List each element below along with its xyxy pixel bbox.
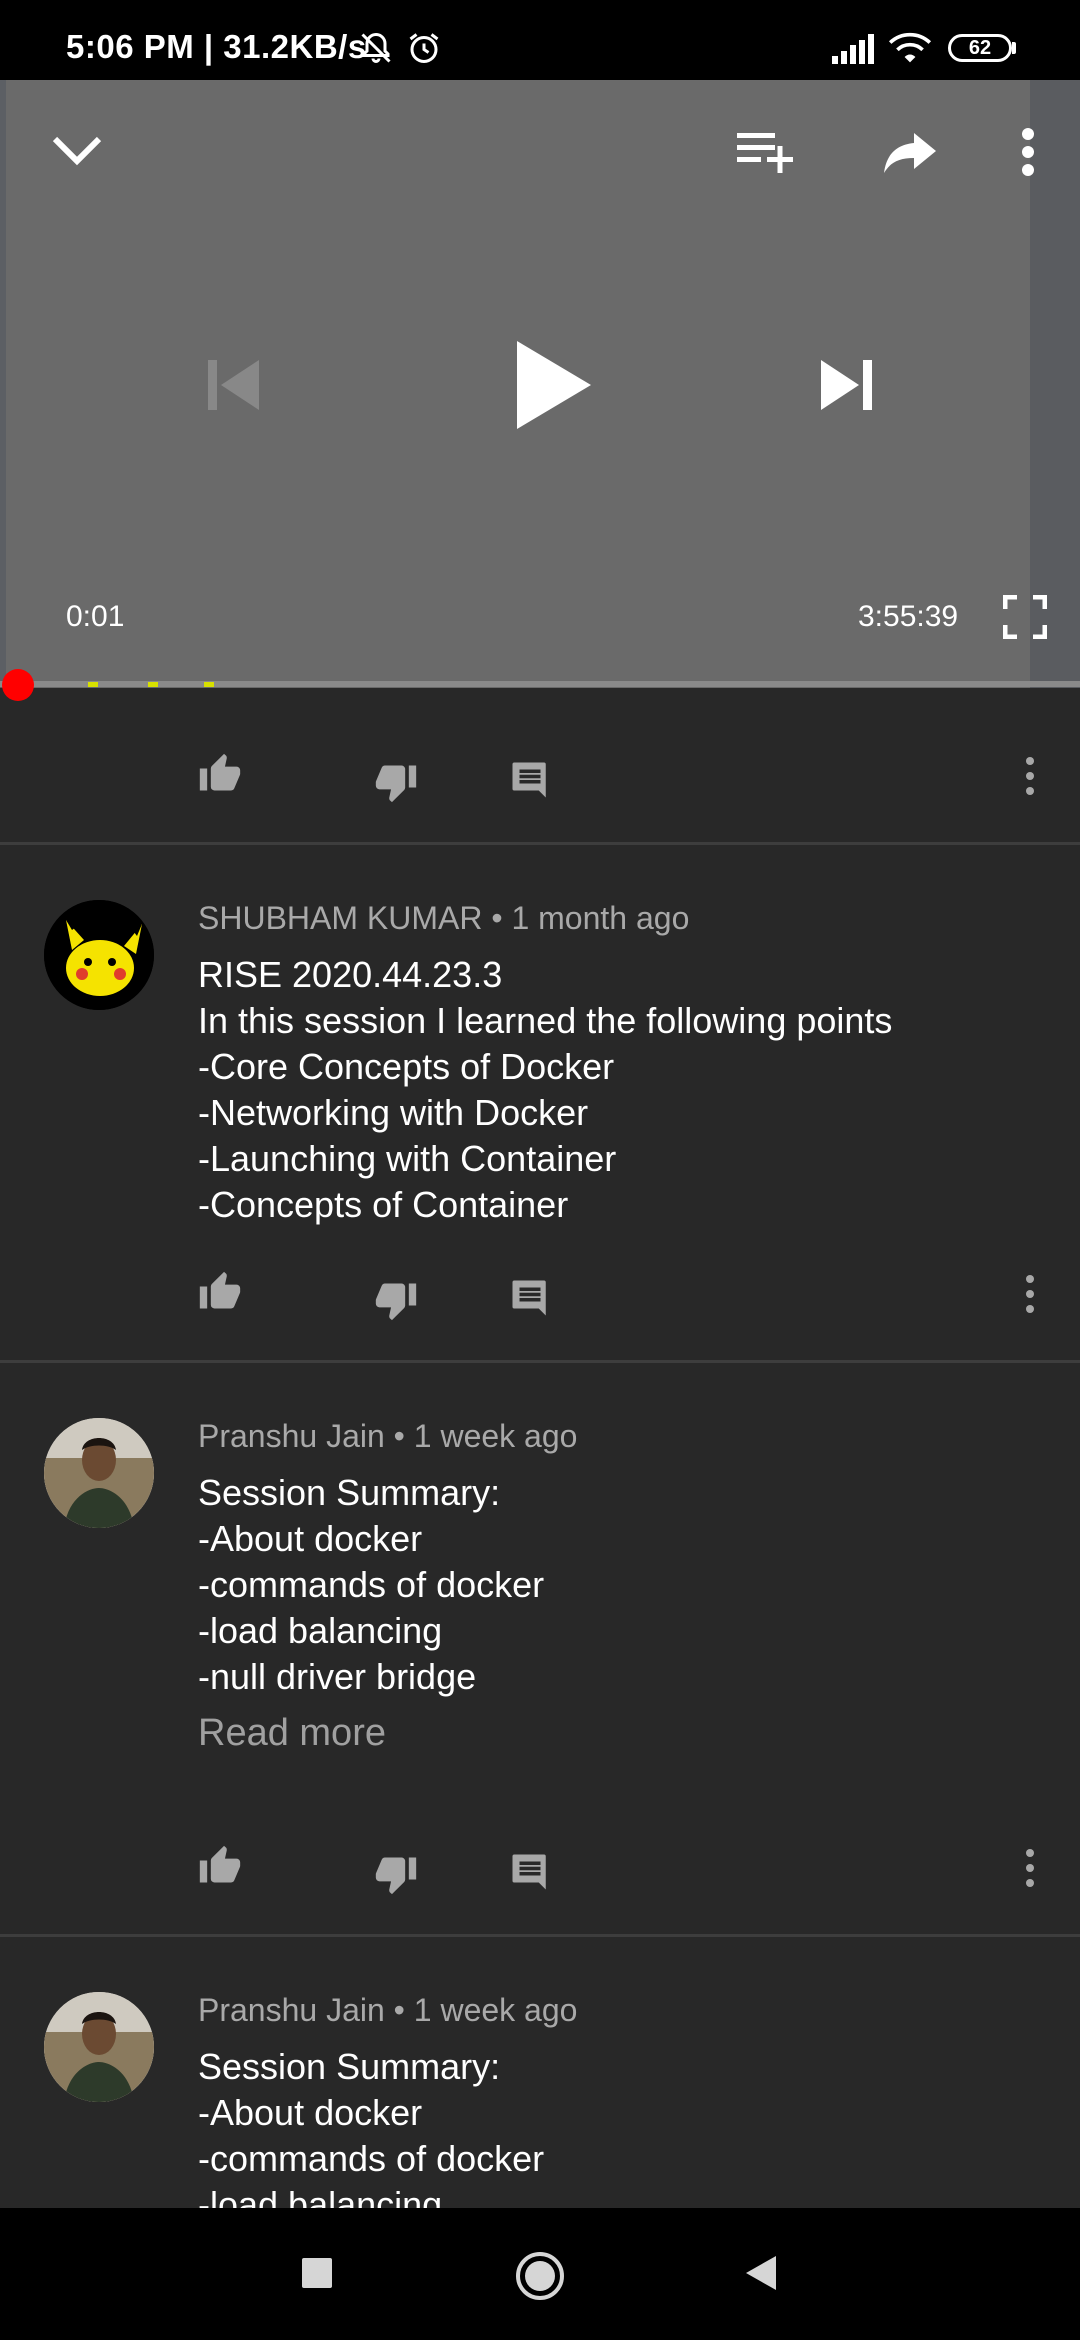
comment-text-line: Session Summary: <box>198 1472 501 1513</box>
comment-text-line: -Networking with Docker <box>198 1092 589 1133</box>
read-more-link[interactable]: Read more <box>198 1712 386 1755</box>
divider <box>0 1360 1080 1363</box>
comment-author[interactable]: Pranshu Jain <box>198 1418 385 1454</box>
comment-text-line: -Core Concepts of Docker <box>198 1046 615 1087</box>
divider <box>0 842 1080 845</box>
status-time-speed: 5:06 PM | 31.2KB/s <box>66 28 367 65</box>
playlist-add-icon[interactable] <box>730 124 800 180</box>
more-vert-icon[interactable] <box>1000 746 1060 806</box>
progress-bar[interactable] <box>0 681 1080 687</box>
meta-separator: • <box>491 900 512 936</box>
recents-icon[interactable] <box>292 2248 342 2298</box>
ad-marker <box>148 682 158 687</box>
divider <box>0 1934 1080 1937</box>
thumb-up-icon[interactable] <box>190 744 250 804</box>
system-nav-bar <box>0 2208 1080 2340</box>
thumb-down-icon[interactable] <box>366 1270 426 1330</box>
reply-icon[interactable] <box>500 1268 560 1328</box>
signal-icon <box>832 34 876 69</box>
thumb-up-icon[interactable] <box>190 1836 250 1896</box>
player-edge-left <box>0 80 6 688</box>
battery-tip <box>1012 42 1016 54</box>
status-bar: 5:06 PM | 31.2KB/s 62 <box>0 0 1080 80</box>
comment-text-line: -About docker <box>198 2092 423 2133</box>
thumb-up-icon[interactable] <box>190 1262 250 1322</box>
comment-author[interactable]: Pranshu Jain <box>198 1992 385 2028</box>
more-vert-icon[interactable] <box>1010 122 1046 182</box>
scrubber-handle[interactable] <box>2 669 34 701</box>
comment-text-line: In this session I learned the following … <box>198 1000 893 1041</box>
comment-text-line: -load balancing <box>198 1610 443 1651</box>
play-icon[interactable] <box>500 330 600 440</box>
meta-separator: • <box>393 1992 414 2028</box>
battery-icon: 62 <box>948 34 1012 62</box>
fullscreen-icon[interactable] <box>998 590 1052 644</box>
current-time: 0:01 <box>66 600 125 633</box>
reply-icon[interactable] <box>500 750 560 810</box>
meta-separator: • <box>393 1418 414 1454</box>
thumb-down-icon[interactable] <box>366 752 426 812</box>
comment-text-line: -null driver bridge <box>198 1656 477 1697</box>
comment-age: 1 week ago <box>413 1992 578 2028</box>
avatar[interactable] <box>44 1418 154 1528</box>
ad-marker <box>88 682 98 687</box>
more-vert-icon[interactable] <box>1000 1838 1060 1898</box>
skip-previous-icon <box>200 352 266 418</box>
duration: 3:55:39 <box>858 600 959 633</box>
comment-age: 1 month ago <box>511 900 690 936</box>
avatar[interactable] <box>44 1992 154 2102</box>
comment-age: 1 week ago <box>413 1418 578 1454</box>
ad-marker <box>204 682 214 687</box>
comment-text-line: -commands of docker <box>198 2138 545 2179</box>
share-icon[interactable] <box>878 124 942 180</box>
comment-meta: Pranshu Jain • 1 week ago <box>198 1992 577 2029</box>
wifi-icon <box>888 30 932 71</box>
avatar[interactable] <box>44 900 154 1010</box>
comment-meta: SHUBHAM KUMAR • 1 month ago <box>198 900 689 937</box>
comment-meta: Pranshu Jain • 1 week ago <box>198 1418 577 1455</box>
mute-icon <box>358 30 394 71</box>
comment-text-line: -Concepts of Container <box>198 1184 569 1225</box>
comment-text-line: Session Summary: <box>198 2046 501 2087</box>
comment-text-line: -About docker <box>198 1518 423 1559</box>
back-icon[interactable] <box>736 2248 786 2298</box>
alarm-icon <box>406 30 442 71</box>
comment-text-line: RISE 2020.44.23.3 <box>198 954 503 995</box>
skip-next-icon[interactable] <box>814 352 880 418</box>
chevron-down-icon[interactable] <box>44 122 110 178</box>
thumb-down-icon[interactable] <box>366 1844 426 1904</box>
home-icon[interactable] <box>512 2248 568 2304</box>
comment-text-line: -Launching with Container <box>198 1138 617 1179</box>
comment-author[interactable]: SHUBHAM KUMAR <box>198 900 482 936</box>
battery-level: 62 <box>968 36 992 59</box>
reply-icon[interactable] <box>500 1842 560 1902</box>
more-vert-icon[interactable] <box>1000 1264 1060 1324</box>
comment-text-line: -commands of docker <box>198 1564 545 1605</box>
